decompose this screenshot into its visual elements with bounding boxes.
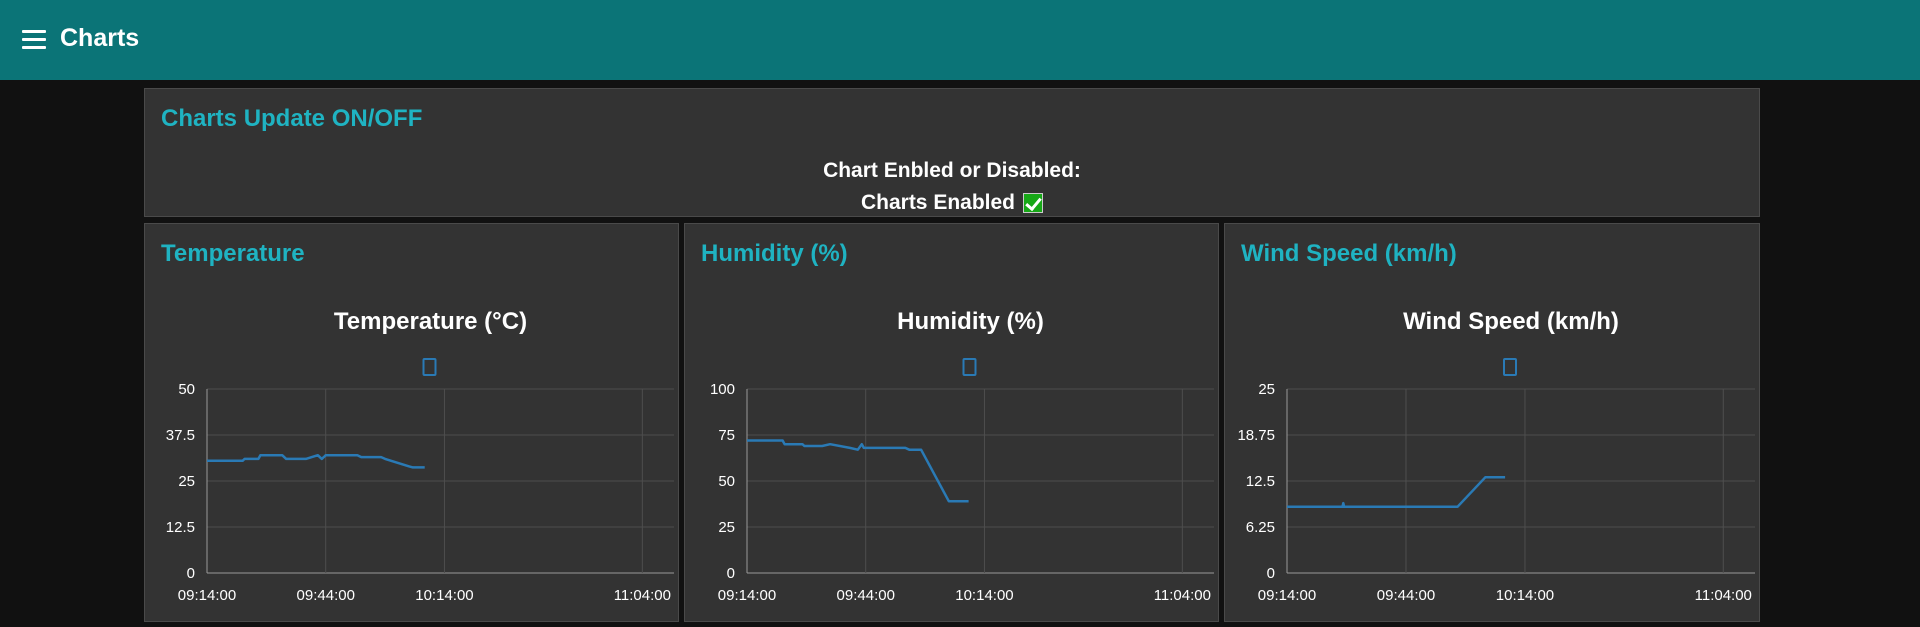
x-tick-label: 11:04:00	[614, 587, 671, 604]
x-tick-label: 09:44:00	[837, 587, 895, 604]
chart-title: Humidity (%)	[897, 308, 1044, 335]
y-tick-label: 25	[1258, 381, 1275, 398]
x-tick-label: 09:44:00	[1377, 587, 1435, 604]
x-tick-label: 10:14:00	[955, 587, 1013, 604]
series-line	[207, 453, 425, 469]
y-tick-label: 6.25	[1246, 519, 1275, 536]
x-tick-label: 09:14:00	[1258, 587, 1316, 604]
x-tick-label: 09:14:00	[178, 587, 236, 604]
chart-status-row: Charts Enabled	[145, 191, 1759, 215]
legend-marker	[962, 358, 977, 376]
y-tick-label: 12.5	[166, 519, 195, 536]
x-tick-label: 10:14:00	[415, 587, 473, 604]
chart-title: Temperature (°C)	[334, 308, 527, 335]
chart-status-label: Chart Enbled or Disabled:	[823, 159, 1081, 182]
wind-speed-chart: Wind Speed (km/h) 0 6.25 12.5 18.75 25 09:14:0…	[1237, 308, 1755, 604]
menu-icon[interactable]	[22, 30, 46, 50]
x-tick-label: 11:04:00	[1154, 587, 1211, 604]
chart-status-value: Charts Enabled	[860, 191, 1016, 214]
y-tick-label: 0	[187, 565, 195, 582]
x-tick-label: 10:14:00	[1496, 587, 1554, 604]
y-tick-label: 25	[718, 519, 735, 536]
y-tick-label: 37.5	[166, 427, 195, 444]
series-line	[747, 439, 969, 503]
y-tick-label: 18.75	[1237, 427, 1275, 444]
y-tick-label: 25	[178, 473, 195, 490]
app-header: Charts	[0, 0, 1920, 80]
y-tick-label: 100	[710, 381, 735, 398]
humidity-chart: Humidity (%) 0 25 50 75 100 09:14:00 09:44:00 10…	[710, 308, 1214, 604]
legend-marker	[422, 358, 437, 376]
temperature-card: Temperature Temperature (°C) 0 12.5 25 37.5 5…	[144, 223, 679, 622]
toggle-card: Charts Update ON/OFF Chart Enbled or Dis…	[144, 88, 1760, 217]
legend-marker	[1503, 358, 1517, 376]
temperature-chart: Temperature (°C) 0 12.5 25 37.5 50 09:14:00 09:…	[166, 308, 674, 604]
humidity-card: Humidity (%) Humidity (%) 0 25 50 75 100 09:14…	[684, 223, 1219, 622]
wind-speed-card: Wind Speed (km/h) Wind Speed (km/h) 0 6.25…	[1224, 223, 1760, 622]
x-tick-label: 11:04:00	[1695, 587, 1752, 604]
y-tick-label: 0	[1267, 565, 1275, 582]
y-tick-label: 12.5	[1246, 473, 1275, 490]
y-tick-label: 50	[718, 473, 735, 490]
toggle-card-title: Charts Update ON/OFF	[161, 105, 423, 132]
y-tick-label: 0	[727, 565, 735, 582]
y-tick-label: 75	[718, 427, 735, 444]
x-tick-label: 09:44:00	[297, 587, 355, 604]
x-tick-label: 09:14:00	[718, 587, 776, 604]
y-tick-label: 50	[178, 381, 195, 398]
page-title: Charts	[60, 24, 140, 52]
series-line	[1287, 476, 1506, 509]
charts-enabled-checkbox[interactable]	[1023, 193, 1044, 213]
chart-title: Wind Speed (km/h)	[1403, 308, 1619, 335]
